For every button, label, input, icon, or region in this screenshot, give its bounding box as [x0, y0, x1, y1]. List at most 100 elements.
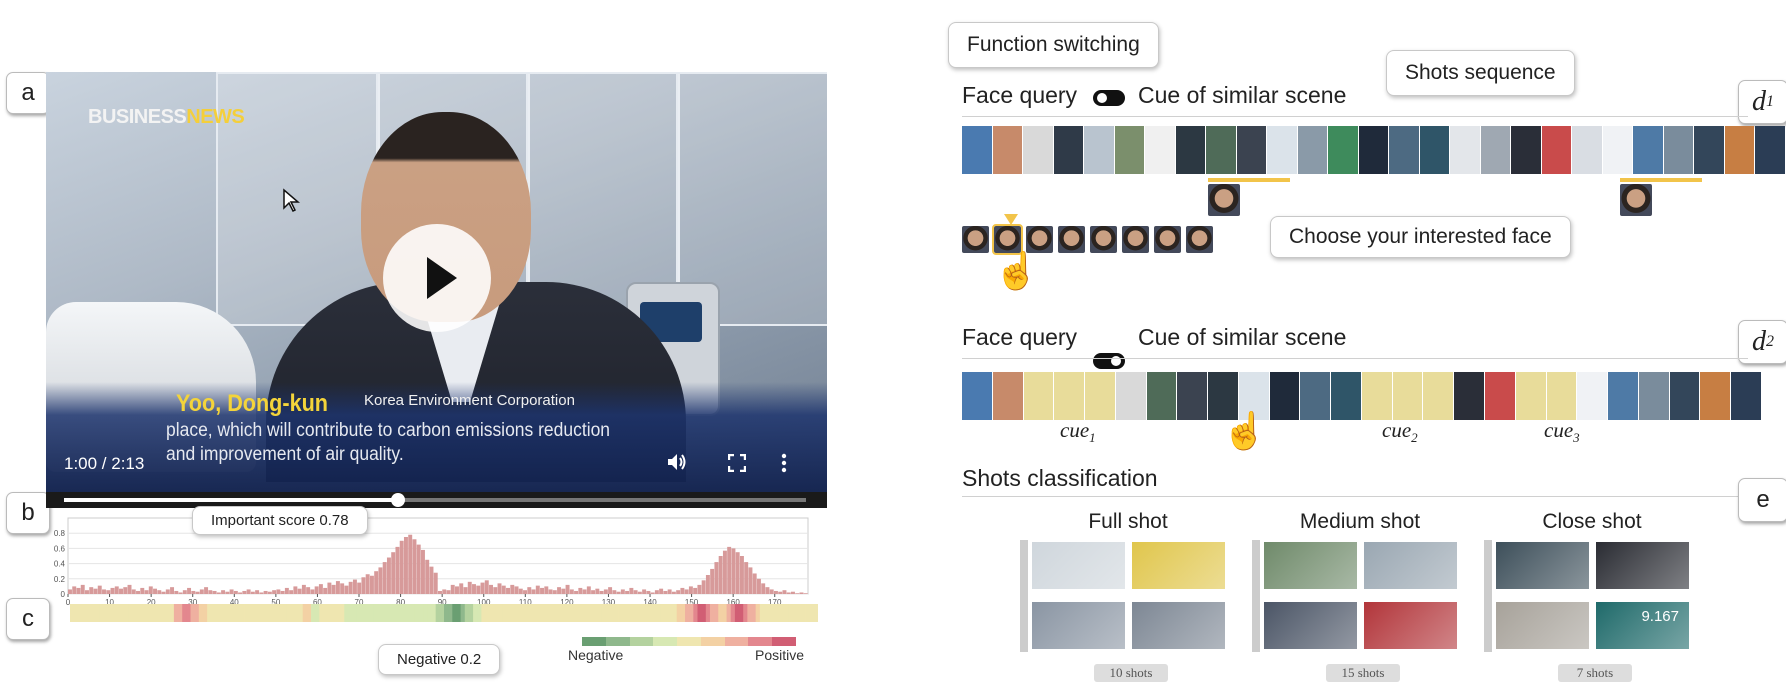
- d1-shot-thumbnail[interactable]: [1023, 126, 1053, 174]
- fullscreen-icon[interactable]: [727, 453, 747, 477]
- sentiment-cell: [148, 604, 154, 622]
- face-candidate[interactable]: [1186, 226, 1213, 253]
- importance-bar: [170, 587, 175, 594]
- shot-class-thumbnail[interactable]: [1596, 542, 1689, 589]
- d1-shot-thumbnail[interactable]: [962, 126, 992, 174]
- face-candidate[interactable]: [992, 224, 1023, 255]
- volume-icon[interactable]: [666, 452, 688, 478]
- d2-shot-thumbnail[interactable]: [1731, 372, 1761, 420]
- d1-shot-thumbnail[interactable]: [1541, 126, 1572, 174]
- importance-bar: [153, 588, 158, 594]
- d2-shot-thumbnail[interactable]: [1638, 372, 1669, 420]
- shot-class-thumbnail[interactable]: [1496, 542, 1589, 589]
- d2-shot-thumbnail[interactable]: [1331, 372, 1361, 420]
- shot-class-thumbnail[interactable]: [1132, 542, 1225, 589]
- d2-shot-thumbnail[interactable]: [1546, 372, 1577, 420]
- d1-shot-thumbnail[interactable]: [1145, 126, 1175, 174]
- d2-shot-thumbnail[interactable]: [1054, 372, 1085, 420]
- d2-shot-thumbnail[interactable]: [1485, 372, 1515, 420]
- subtitle-line-2: and improvement of air quality.: [166, 444, 404, 465]
- importance-score-chart: 0.80.60.40.200 10 20 30 40 50 60 70 80 90 100 110 12…: [54, 517, 809, 607]
- d1-shot-thumbnail[interactable]: [1633, 126, 1663, 174]
- progress-knob[interactable]: [390, 493, 405, 507]
- d1-shot-thumbnail[interactable]: [1480, 126, 1511, 174]
- d2-shot-thumbnail[interactable]: [962, 372, 992, 420]
- shot-class-thumbnail[interactable]: [1132, 602, 1225, 649]
- importance-bar: [663, 590, 668, 594]
- importance-bar: [284, 587, 289, 594]
- d1-shot-thumbnail[interactable]: [1419, 126, 1450, 174]
- face-candidate[interactable]: [1058, 226, 1085, 253]
- sentiment-cell: [697, 604, 703, 622]
- video-progress-bar[interactable]: [46, 492, 827, 508]
- d2-shot-thumbnail[interactable]: [1115, 372, 1146, 420]
- d2-shot-thumbnail[interactable]: [1454, 372, 1485, 420]
- d2-shot-thumbnail[interactable]: [1085, 372, 1115, 420]
- d1-shot-thumbnail[interactable]: [1511, 126, 1541, 174]
- d1-shot-thumbnail[interactable]: [1053, 126, 1084, 174]
- d2-shot-thumbnail[interactable]: [1361, 372, 1392, 420]
- sentiment-cell: [153, 604, 158, 622]
- d1-shot-thumbnail[interactable]: [1175, 126, 1206, 174]
- play-button[interactable]: [383, 224, 491, 332]
- d2-shot-thumbnail[interactable]: [1515, 372, 1546, 420]
- video-player[interactable]: BUSINESSNEWS Yoo, Dong-kun Korea Environ…: [46, 72, 827, 508]
- face-candidate[interactable]: [1154, 226, 1181, 253]
- d2-function-toggle[interactable]: [1093, 353, 1125, 369]
- d2-shot-thumbnail[interactable]: [1577, 372, 1608, 420]
- d1-shot-thumbnail[interactable]: [1328, 126, 1358, 174]
- importance-bar: [637, 591, 642, 594]
- importance-bar: [459, 583, 464, 594]
- d2-shot-thumbnail[interactable]: [1669, 372, 1700, 420]
- d1-shot-thumbnail[interactable]: [1450, 126, 1480, 174]
- d2-shot-thumbnail[interactable]: [1608, 372, 1638, 420]
- d1-shot-thumbnail[interactable]: [1663, 126, 1694, 174]
- face-candidate[interactable]: [1026, 226, 1053, 253]
- d2-shot-thumbnail[interactable]: [992, 372, 1023, 420]
- d1-shot-thumbnail[interactable]: [1236, 126, 1267, 174]
- shot-class-thumbnail[interactable]: [1496, 602, 1589, 649]
- importance-bar: [450, 584, 455, 594]
- d2-shot-thumbnail[interactable]: [1300, 372, 1331, 420]
- d2-shot-thumbnail[interactable]: [1269, 372, 1300, 420]
- d1-shot-thumbnail[interactable]: [1206, 126, 1236, 174]
- face-candidate[interactable]: [1090, 226, 1117, 253]
- d2-shot-thumbnail[interactable]: [1392, 372, 1423, 420]
- face-candidate[interactable]: [962, 226, 989, 253]
- d2-shot-thumbnail[interactable]: [1177, 372, 1208, 420]
- d1-shot-thumbnail[interactable]: [1694, 126, 1724, 174]
- shot-class-thumbnail[interactable]: [1364, 602, 1457, 649]
- importance-bar: [701, 580, 706, 594]
- sentiment-cell: [377, 604, 383, 622]
- d1-shot-thumbnail[interactable]: [1084, 126, 1114, 174]
- sentiment-cell: [680, 604, 686, 622]
- sentiment-cell: [169, 604, 175, 622]
- d2-shot-thumbnail[interactable]: [1700, 372, 1731, 420]
- d1-shot-thumbnail[interactable]: [1572, 126, 1602, 174]
- d1-shot-thumbnail[interactable]: [1602, 126, 1633, 174]
- d1-shot-thumbnail[interactable]: [1297, 126, 1328, 174]
- d2-shots-strip[interactable]: [962, 372, 1762, 420]
- d2-shot-thumbnail[interactable]: [1423, 372, 1454, 420]
- d1-shot-thumbnail[interactable]: [1267, 126, 1297, 174]
- d2-shot-thumbnail[interactable]: [1023, 372, 1054, 420]
- shot-class-thumbnail[interactable]: [1264, 542, 1357, 589]
- d1-shot-thumbnail[interactable]: [1114, 126, 1145, 174]
- shot-class-thumbnail[interactable]: [1364, 542, 1457, 589]
- d1-shots-strip[interactable]: [962, 126, 1786, 174]
- shot-class-thumbnail[interactable]: [1032, 542, 1125, 589]
- d1-function-toggle[interactable]: [1093, 90, 1125, 106]
- d1-shot-thumbnail[interactable]: [1389, 126, 1419, 174]
- more-icon[interactable]: [781, 453, 787, 478]
- d2-shot-thumbnail[interactable]: [1146, 372, 1177, 420]
- face-candidate[interactable]: [1122, 226, 1149, 253]
- d1-shot-thumbnail[interactable]: [992, 126, 1023, 174]
- d1-shot-thumbnail[interactable]: [1724, 126, 1755, 174]
- shot-class-thumbnail[interactable]: 9.167: [1596, 602, 1689, 649]
- shot-class-thumbnail[interactable]: [1032, 602, 1125, 649]
- shot-class-thumbnail[interactable]: [1264, 602, 1357, 649]
- importance-bar: [199, 589, 204, 594]
- d1-shot-thumbnail[interactable]: [1755, 126, 1785, 174]
- d1-shot-thumbnail[interactable]: [1358, 126, 1389, 174]
- sentiment-cell: [132, 604, 137, 622]
